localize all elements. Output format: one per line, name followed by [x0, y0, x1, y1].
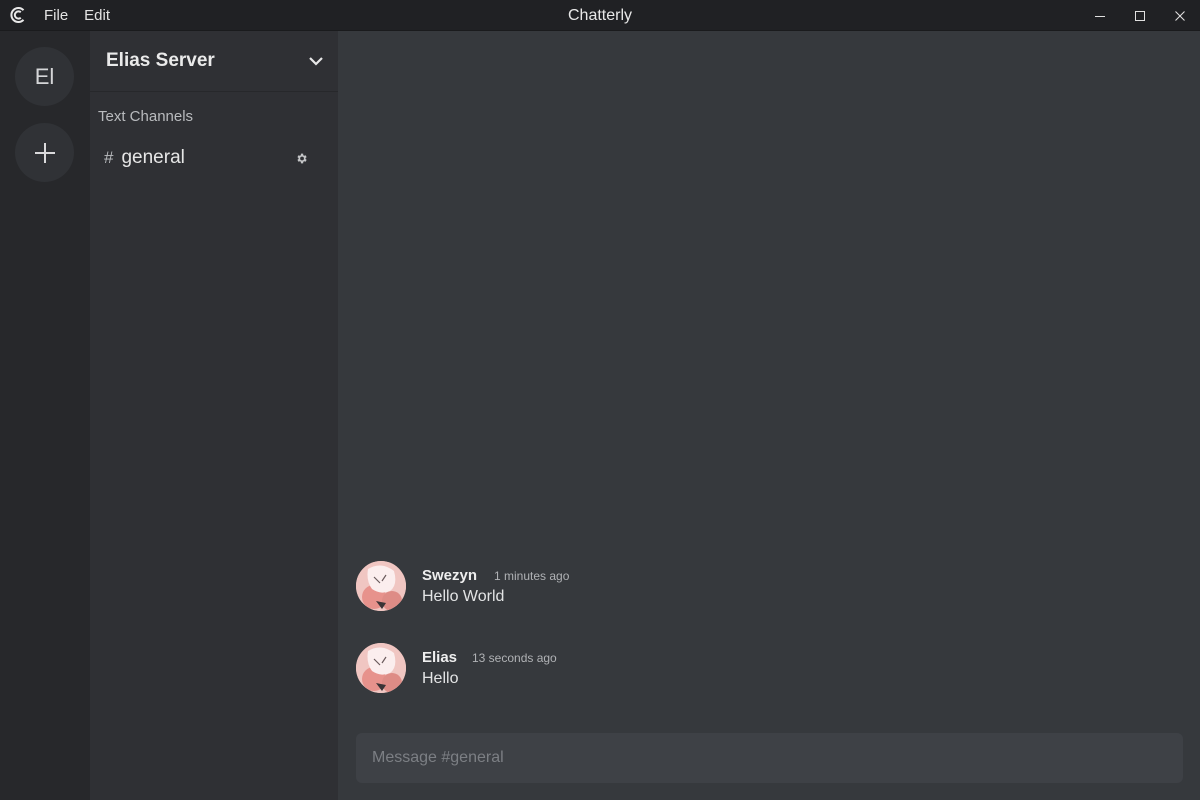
channel-name: general: [121, 147, 185, 168]
title-bar: File Edit Chatterly: [0, 0, 1200, 31]
message-item: Elias 13 seconds ago Hello: [356, 643, 1156, 695]
plus-icon: [34, 142, 55, 163]
server-header[interactable]: Elias Server: [90, 31, 338, 92]
gear-icon[interactable]: [295, 150, 308, 169]
message-timestamp: 13 seconds ago: [472, 651, 557, 665]
chevron-down-icon[interactable]: [308, 55, 324, 67]
message-author[interactable]: Swezyn: [422, 567, 477, 584]
server-name: Elias Server: [106, 50, 215, 71]
window-title: Chatterly: [567, 7, 633, 24]
app-logo-icon[interactable]: [0, 0, 36, 31]
server-button-elias[interactable]: El: [15, 47, 74, 106]
close-button[interactable]: [1160, 0, 1200, 31]
minimize-button[interactable]: [1080, 0, 1120, 31]
add-server-button[interactable]: [15, 123, 74, 182]
channel-item-general[interactable]: # general: [104, 143, 322, 173]
menu-edit[interactable]: Edit: [76, 0, 118, 31]
maximize-button[interactable]: [1120, 0, 1160, 31]
chat-main: Swezyn 1 minutes ago Hello World Elias 1…: [338, 31, 1200, 800]
window-controls: [1080, 0, 1200, 31]
avatar[interactable]: [356, 643, 406, 693]
message-author[interactable]: Elias: [422, 649, 457, 666]
server-rail: El: [0, 31, 90, 800]
close-icon: [1175, 10, 1185, 21]
message-composer: [356, 733, 1183, 783]
message-timestamp: 1 minutes ago: [494, 569, 570, 583]
maximize-icon: [1135, 10, 1145, 21]
menu-file[interactable]: File: [36, 0, 76, 31]
avatar[interactable]: [356, 561, 406, 611]
hash-icon: #: [104, 148, 114, 167]
section-label-text-channels: Text Channels: [98, 108, 194, 125]
message-item: Swezyn 1 minutes ago Hello World: [356, 561, 1156, 613]
channel-sidebar: Elias Server Text Channels # general: [90, 31, 338, 800]
message-input[interactable]: [356, 733, 1183, 783]
message-text: Hello World: [422, 588, 505, 605]
minimize-icon: [1095, 15, 1105, 17]
message-text: Hello: [422, 670, 459, 687]
